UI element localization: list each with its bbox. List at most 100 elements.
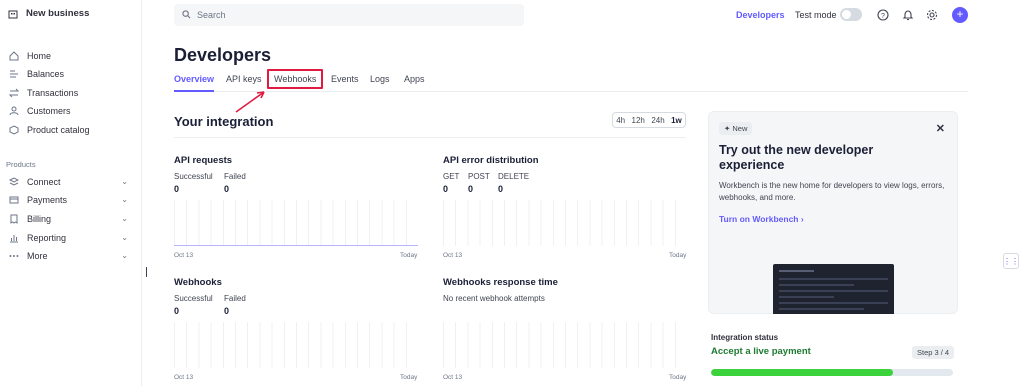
sidebar-item-billing[interactable]: Billing ⌄ [8,211,132,227]
gear-icon[interactable] [926,9,938,21]
metric-value: 0 [498,184,504,194]
bell-icon[interactable] [902,9,914,21]
axis-end-label: Today [400,374,418,381]
axis-start-label: Oct 13 [443,374,463,381]
sidebar-item-label: Balances [27,69,65,79]
more-icon [8,251,19,262]
range-24h[interactable]: 24h [651,116,664,125]
sidebar-item-label: Customers [27,106,71,116]
range-4h[interactable]: 4h [616,116,625,125]
customers-icon [8,106,19,117]
api-requests-line [174,245,418,246]
products-section-label: Products [6,160,36,169]
sidebar-item-label: Payments [27,195,68,205]
chevron-down-icon: ⌄ [121,177,128,186]
help-icon[interactable]: ? [877,9,889,21]
metric-value: 0 [224,184,230,194]
empty-state-text: No recent webhook attempts [443,294,545,303]
test-mode-toggle[interactable] [840,8,862,21]
sidebar-item-label: More [27,251,48,261]
divider [174,137,686,138]
sidebar-item-reporting[interactable]: Reporting ⌄ [8,230,132,246]
connect-icon [8,177,19,188]
metric-value: 0 [443,184,449,194]
sidebar-item-label: Reporting [27,233,67,243]
sidebar-item-label: Transactions [27,88,79,98]
text-cursor [146,267,147,277]
promo-body: Workbench is the new home for developers… [719,181,945,202]
tab-overview[interactable]: Overview [174,74,215,92]
metric-value: 0 [224,306,230,316]
metric-label: DELETE [498,172,530,181]
account-switcher[interactable]: New business [8,8,89,19]
tab-logs[interactable]: Logs [370,74,390,84]
sidebar-item-balances[interactable]: Balances [8,66,132,82]
axis-start-label: Oct 13 [174,374,194,381]
apps-icon[interactable]: ⋮⋮ [1003,253,1019,269]
topbar: Search [142,0,1024,30]
payments-icon [8,195,19,206]
sidebar-item-transactions[interactable]: Transactions [8,85,132,101]
webhooks-response-title: Webhooks response time [443,277,558,288]
sidebar-item-product-catalog[interactable]: Product catalog [8,122,132,138]
sidebar-item-label: Product catalog [27,125,90,135]
reporting-icon [8,233,19,244]
turn-on-workbench-label: Turn on Workbench [719,214,799,224]
search-placeholder: Search [197,10,226,20]
tab-apps[interactable]: Apps [404,74,425,84]
sidebar-item-label: Connect [27,177,61,187]
close-icon[interactable]: ✕ [936,122,945,135]
create-button[interactable]: + [952,7,968,23]
workbench-promo-card: ✦ New ✕ Try out the new developer experi… [708,111,958,314]
progress-fill [711,369,893,376]
test-mode-label: Test mode [795,10,837,20]
business-icon [8,9,18,19]
workbench-preview-image [773,264,894,314]
svg-text:?: ? [881,13,885,20]
metric-label: Successful [174,172,213,181]
sidebar-item-payments[interactable]: Payments ⌄ [8,192,132,208]
promo-title: Try out the new developer experience [719,143,874,172]
webhooks-tab-highlight [267,69,323,89]
axis-end-label: Today [669,374,687,381]
sidebar: New business Home Balances Transactions … [0,0,142,386]
integration-progress-bar [711,369,953,376]
metric-label: Successful [174,294,213,303]
developers-link[interactable]: Developers [736,10,785,20]
axis-end-label: Today [669,252,687,259]
balances-icon [8,69,19,80]
api-errors-title: API error distribution [443,155,539,166]
new-badge: ✦ New [719,122,753,135]
transactions-icon [8,88,19,99]
integration-status-title: Integration status [711,333,779,342]
chevron-down-icon: ⌄ [121,195,128,204]
api-requests-title: API requests [174,155,233,166]
plus-icon: + [956,7,964,21]
product-catalog-icon [8,125,19,136]
turn-on-workbench-link[interactable]: Turn on Workbench › [719,214,804,224]
annotation-arrow [235,91,265,113]
axis-end-label: Today [400,252,418,259]
webhooks-chart [174,322,418,368]
home-icon [8,51,19,62]
sidebar-item-more[interactable]: More ⌄ [8,248,132,264]
integration-heading: Your integration [174,114,274,129]
sidebar-item-label: Billing [27,214,52,224]
api-errors-chart [443,200,687,246]
range-1w[interactable]: 1w [671,116,682,125]
range-12h[interactable]: 12h [632,116,645,125]
chevron-down-icon: ⌄ [121,251,128,260]
search-input[interactable]: Search [174,4,524,26]
chevron-down-icon: ⌄ [121,233,128,242]
tab-events[interactable]: Events [331,74,359,84]
chevron-right-icon: › [798,214,804,224]
tab-api-keys[interactable]: API keys [226,74,262,84]
sidebar-item-label: Home [27,51,52,61]
sidebar-item-customers[interactable]: Customers [8,103,132,119]
api-requests-chart [174,200,418,246]
metric-value: 0 [468,184,474,194]
sidebar-item-home[interactable]: Home [8,48,132,64]
metric-value: 0 [174,306,180,316]
sidebar-item-connect[interactable]: Connect ⌄ [8,174,132,190]
new-badge-label: New [732,124,748,133]
